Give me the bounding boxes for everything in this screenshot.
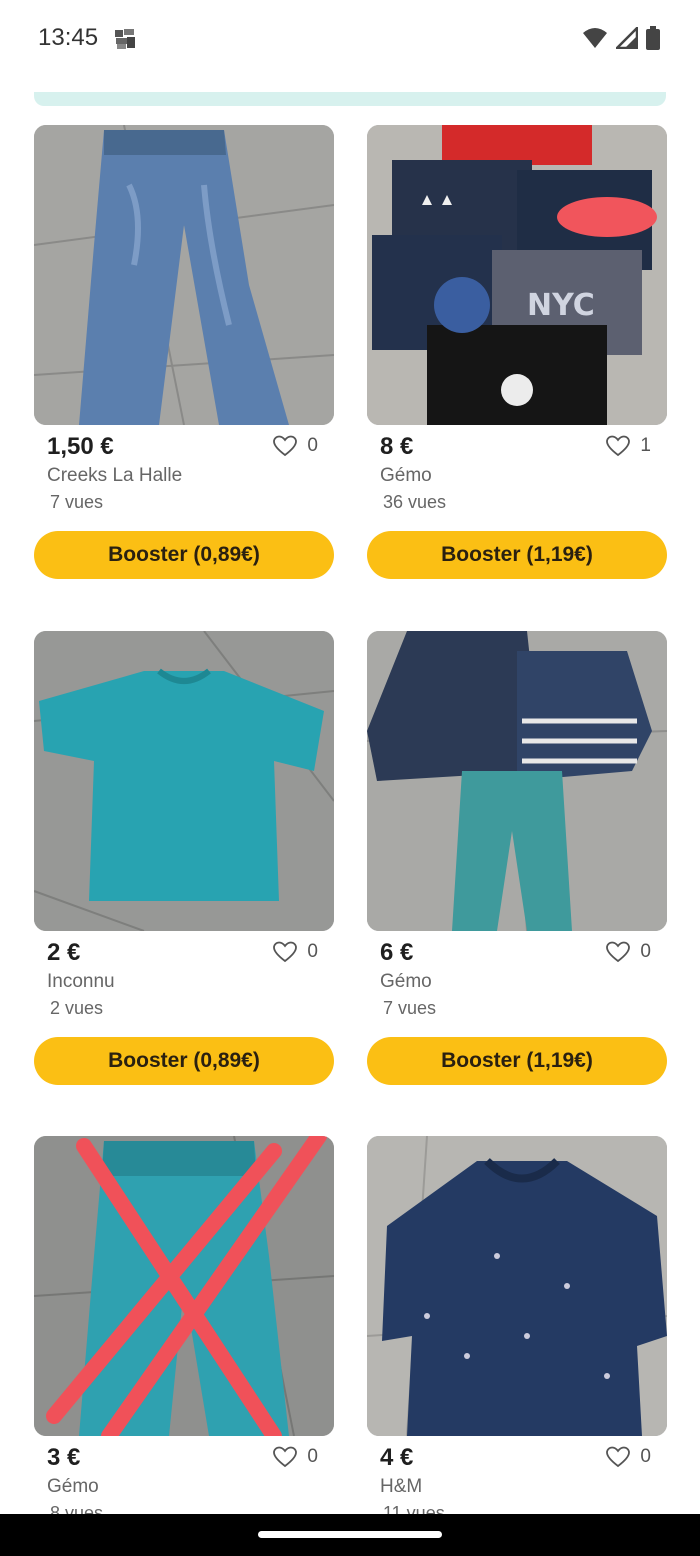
boost-button[interactable]: Booster (0,89€) [34, 1037, 334, 1085]
favorite-count: 0 [640, 941, 651, 962]
favorite-count: 0 [307, 435, 318, 456]
listing-price: 6 € [380, 939, 414, 966]
heart-icon [606, 941, 631, 963]
favorite-count: 0 [307, 1446, 318, 1467]
favorite-button[interactable]: 0 [273, 1446, 318, 1468]
listing-price: 2 € [47, 939, 81, 966]
favorite-count: 0 [640, 1446, 651, 1467]
listing-brand: Creeks La Halle [47, 465, 183, 486]
listing-card[interactable]: 6 € 0 Gémo 7 vues Booster (1,19€) [367, 631, 667, 1085]
listing-card[interactable]: 4 € 0 H&M 11 vues [367, 1136, 667, 1523]
listing-card[interactable]: 1,50 € 0 Creeks La Halle 7 vues Booster … [34, 125, 334, 579]
listing-price: 4 € [380, 1444, 414, 1471]
home-gesture-handle[interactable] [258, 1531, 442, 1538]
notification-icon [115, 29, 135, 49]
listing-views: 7 vues [383, 998, 437, 1018]
boost-button[interactable]: Booster (0,89€) [34, 531, 334, 579]
listing-photo[interactable] [34, 631, 334, 931]
listing-photo[interactable]: NYC [367, 125, 667, 425]
listing-card[interactable]: NYC 8 € 1 Gémo 36 vues Booster (1,19€) [367, 125, 667, 579]
banner-strip [34, 92, 666, 106]
listing-brand: Gémo [380, 971, 432, 992]
wifi-icon [583, 28, 607, 48]
status-bar: 13:45 [0, 0, 700, 78]
heart-icon [273, 1446, 298, 1468]
status-time: 13:45 [38, 24, 99, 51]
status-icons [582, 26, 660, 50]
battery-icon [646, 26, 660, 50]
listing-photo[interactable] [34, 125, 334, 425]
navigation-bar [0, 1514, 700, 1556]
heart-icon [606, 435, 631, 457]
listing-brand: Gémo [380, 465, 432, 486]
listing-brand: H&M [380, 1476, 423, 1497]
listing-views: 36 vues [383, 492, 447, 512]
listing-photo[interactable] [367, 631, 667, 931]
favorite-button[interactable]: 0 [273, 941, 318, 963]
favorite-button[interactable]: 0 [273, 435, 318, 457]
favorite-button[interactable]: 0 [606, 941, 651, 963]
listing-photo[interactable] [367, 1136, 667, 1436]
listing-views: 2 vues [50, 998, 104, 1018]
signal-icon [616, 27, 638, 49]
listing-card[interactable]: 2 € 0 Inconnu 2 vues Booster (0,89€) [34, 631, 334, 1085]
listing-photo[interactable] [34, 1136, 334, 1436]
listing-brand: Inconnu [47, 971, 115, 992]
favorite-button[interactable]: 1 [606, 435, 651, 457]
listing-brand: Gémo [47, 1476, 99, 1497]
boost-button[interactable]: Booster (1,19€) [367, 531, 667, 579]
heart-icon [273, 435, 298, 457]
listing-views: 7 vues [50, 492, 104, 512]
boost-button[interactable]: Booster (1,19€) [367, 1037, 667, 1085]
listing-price: 1,50 € [47, 433, 114, 460]
favorite-button[interactable]: 0 [606, 1446, 651, 1468]
svg-text:NYC: NYC [527, 288, 595, 323]
favorite-count: 0 [307, 941, 318, 962]
listing-card[interactable]: 3 € 0 Gémo 8 vues [34, 1136, 334, 1523]
listing-price: 8 € [380, 433, 414, 460]
favorite-count: 1 [640, 435, 651, 456]
heart-icon [606, 1446, 631, 1468]
listing-price: 3 € [47, 1444, 81, 1471]
heart-icon [273, 941, 298, 963]
